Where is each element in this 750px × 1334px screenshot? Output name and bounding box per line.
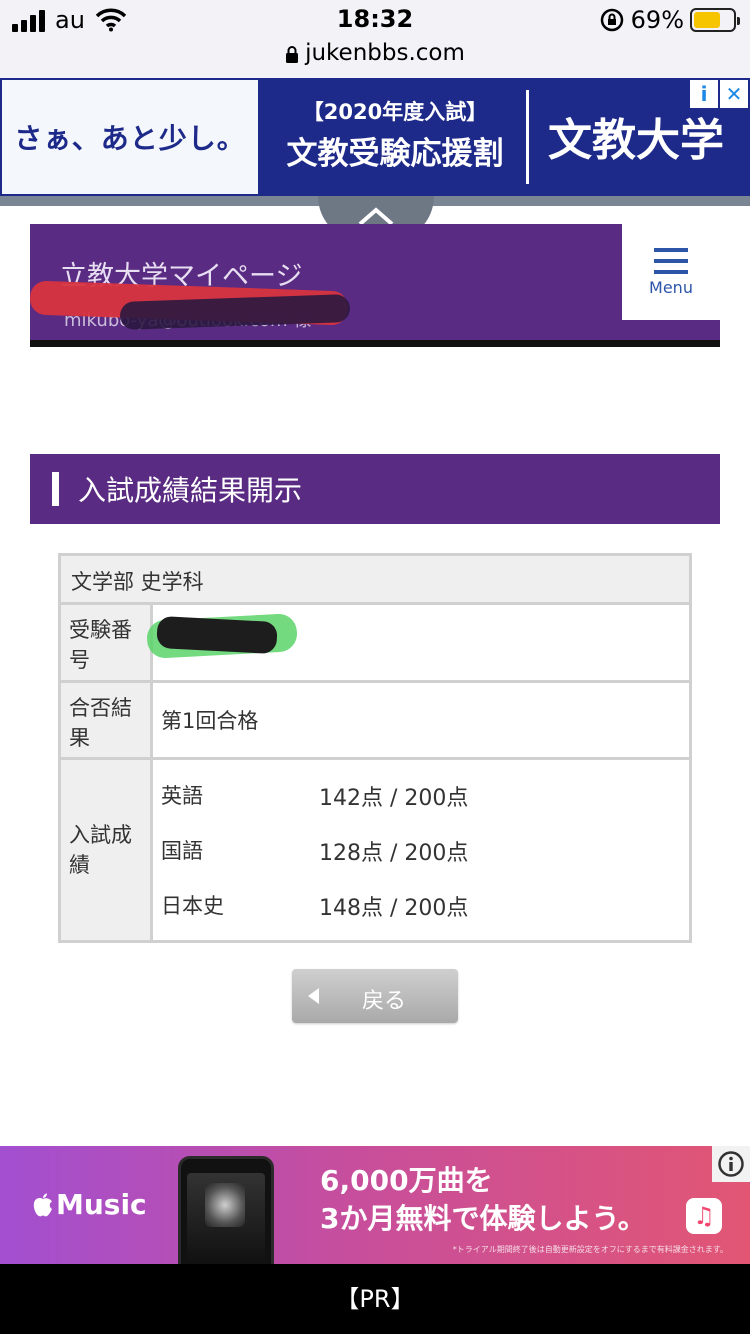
exam-number-label: 受験番号 bbox=[61, 605, 150, 680]
heading-bar-accent bbox=[52, 472, 59, 506]
ad-tagline: さぁ、あと少し。 bbox=[2, 80, 258, 194]
header-underline bbox=[30, 340, 720, 347]
table-row: 入試成績 英語 142点 / 200点 国語 128点 / 200点 日本史 1… bbox=[61, 757, 689, 940]
ad-campaign-year: 【2020年度入試】 bbox=[302, 100, 488, 124]
url-text: jukenbbs.com bbox=[305, 40, 465, 66]
faculty-cell: 文学部 史学科 bbox=[61, 556, 689, 602]
hamburger-icon bbox=[654, 247, 688, 274]
redaction-mark bbox=[156, 615, 278, 655]
pass-result-label: 合否結果 bbox=[61, 683, 150, 757]
subject-score: 148点 / 200点 bbox=[319, 896, 469, 921]
ad-headline-line1: 6,000万曲を bbox=[320, 1164, 493, 1197]
score-row: 国語 128点 / 200点 bbox=[161, 835, 681, 890]
status-bar: au 18:32 69% jukenbbs.com bbox=[0, 0, 750, 78]
pr-label-bar: 【PR】 bbox=[0, 1264, 750, 1334]
exam-number-cell: 04689 bbox=[146, 605, 689, 680]
section-heading: 入試成績結果開示 bbox=[30, 454, 720, 524]
menu-label: Menu bbox=[649, 277, 693, 297]
ad-info-icon[interactable]: i bbox=[690, 80, 718, 108]
ad-badge: i ✕ bbox=[690, 80, 748, 108]
score-label: 入試成績 bbox=[61, 760, 150, 940]
ad-divider bbox=[526, 90, 529, 184]
section-title: 入試成績結果開示 bbox=[78, 474, 303, 507]
subject-score: 142点 / 200点 bbox=[319, 786, 469, 811]
ad-headline-line2: 3か月無料で体験しよう。 bbox=[320, 1202, 646, 1235]
info-circle-icon bbox=[718, 1151, 744, 1177]
battery-percent: 69% bbox=[630, 6, 684, 34]
score-row: 英語 142点 / 200点 bbox=[161, 780, 681, 835]
info-icon[interactable] bbox=[712, 1146, 750, 1182]
apple-music-label: Music bbox=[56, 1188, 147, 1221]
subject-name: 日本史 bbox=[161, 894, 224, 918]
pass-result-value: 第1回合格 bbox=[153, 683, 689, 757]
table-row: 合否結果 第1回合格 bbox=[61, 680, 689, 757]
ad-campaign: 【2020年度入試】 文教受験応援割 bbox=[270, 96, 520, 173]
phone-screen bbox=[187, 1173, 265, 1263]
lock-icon bbox=[286, 46, 299, 63]
ad-fine-print: *トライアル期間終了後は自動更新設定をオフにするまで有料課金されます。 bbox=[452, 1245, 728, 1254]
mypage-header: 立教大学マイページ mikubo-ya@outlook.com 様 Menu bbox=[29, 224, 720, 340]
battery-icon bbox=[690, 8, 740, 32]
subject-name: 英語 bbox=[161, 784, 203, 808]
ad-brand: 文教大学 bbox=[548, 115, 724, 166]
menu-button[interactable]: Menu bbox=[622, 224, 720, 320]
ad-headline: 6,000万曲を 3か月無料で体験しよう。 bbox=[320, 1162, 646, 1238]
phone-image bbox=[178, 1156, 274, 1264]
status-right: 69% bbox=[599, 6, 740, 34]
ad-close-icon[interactable]: ✕ bbox=[720, 80, 748, 108]
back-button[interactable]: 戻る bbox=[292, 969, 458, 1023]
table-row: 受験番号 04689 bbox=[61, 602, 689, 680]
back-button-label: 戻る bbox=[361, 989, 406, 1014]
battery-fill bbox=[694, 12, 721, 28]
apple-music-logo: Music bbox=[32, 1188, 147, 1221]
subject-name: 国語 bbox=[161, 839, 203, 863]
top-banner-ad[interactable]: さぁ、あと少し。 【2020年度入試】 文教受験応援割 文教大学 i ✕ bbox=[0, 78, 750, 196]
score-list: 英語 142点 / 200点 国語 128点 / 200点 日本史 148点 /… bbox=[153, 760, 689, 940]
table-row: 文学部 史学科 bbox=[61, 556, 689, 602]
result-table: 文学部 史学科 受験番号 04689 合否結果 第1回合格 入試成績 英語 14… bbox=[58, 553, 692, 943]
apple-icon bbox=[33, 1193, 52, 1217]
address-bar[interactable]: jukenbbs.com bbox=[0, 40, 750, 66]
music-note-icon: ♫ bbox=[686, 1198, 722, 1234]
score-row: 日本史 148点 / 200点 bbox=[161, 890, 681, 945]
ad-campaign-title: 文教受験応援割 bbox=[286, 136, 504, 172]
bottom-banner-ad[interactable]: Music 6,000万曲を 3か月無料で体験しよう。 ♫ *トライアル期間終了… bbox=[0, 1146, 750, 1264]
subject-score: 128点 / 200点 bbox=[319, 841, 469, 866]
orientation-lock-icon bbox=[600, 8, 623, 32]
